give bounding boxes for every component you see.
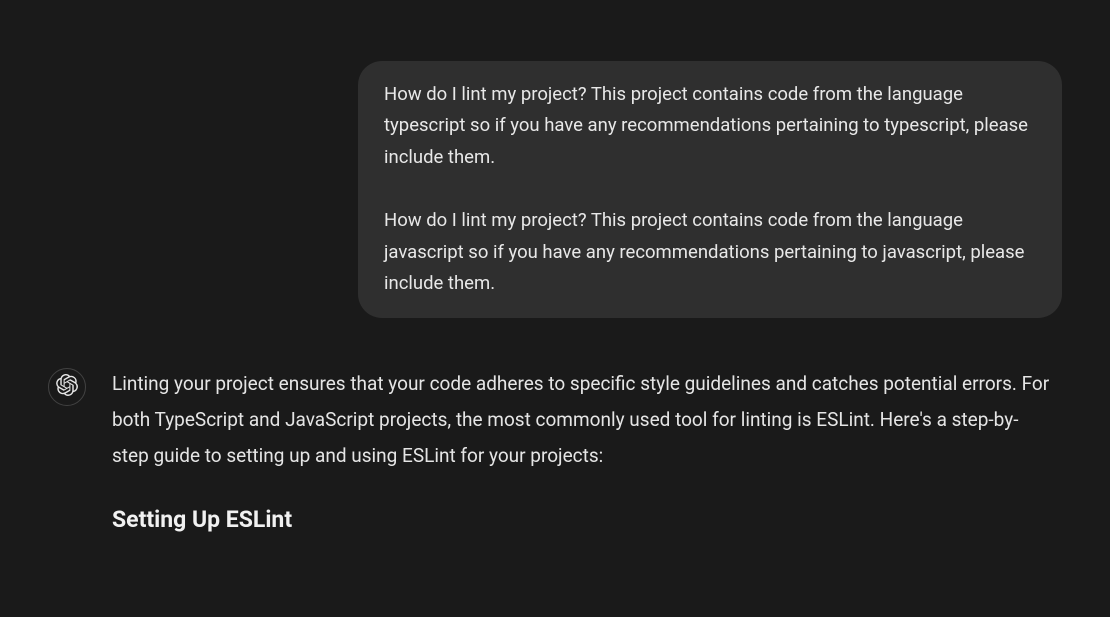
assistant-message-heading: Setting Up ESLint bbox=[112, 498, 1052, 542]
user-message-text: How do I lint my project? This project c… bbox=[384, 79, 1036, 173]
assistant-avatar bbox=[48, 368, 86, 406]
conversation-thread: How do I lint my project? This project c… bbox=[0, 61, 1110, 542]
assistant-message-text: Linting your project ensures that your c… bbox=[112, 366, 1052, 474]
user-message-text: How do I lint my project? This project c… bbox=[384, 205, 1036, 299]
openai-logo-icon bbox=[56, 374, 78, 400]
assistant-message-content[interactable]: Linting your project ensures that your c… bbox=[112, 366, 1062, 542]
assistant-message-row: Linting your project ensures that your c… bbox=[48, 366, 1062, 542]
user-message-bubble[interactable]: How do I lint my project? This project c… bbox=[358, 61, 1062, 318]
user-message-row: How do I lint my project? This project c… bbox=[48, 61, 1062, 318]
